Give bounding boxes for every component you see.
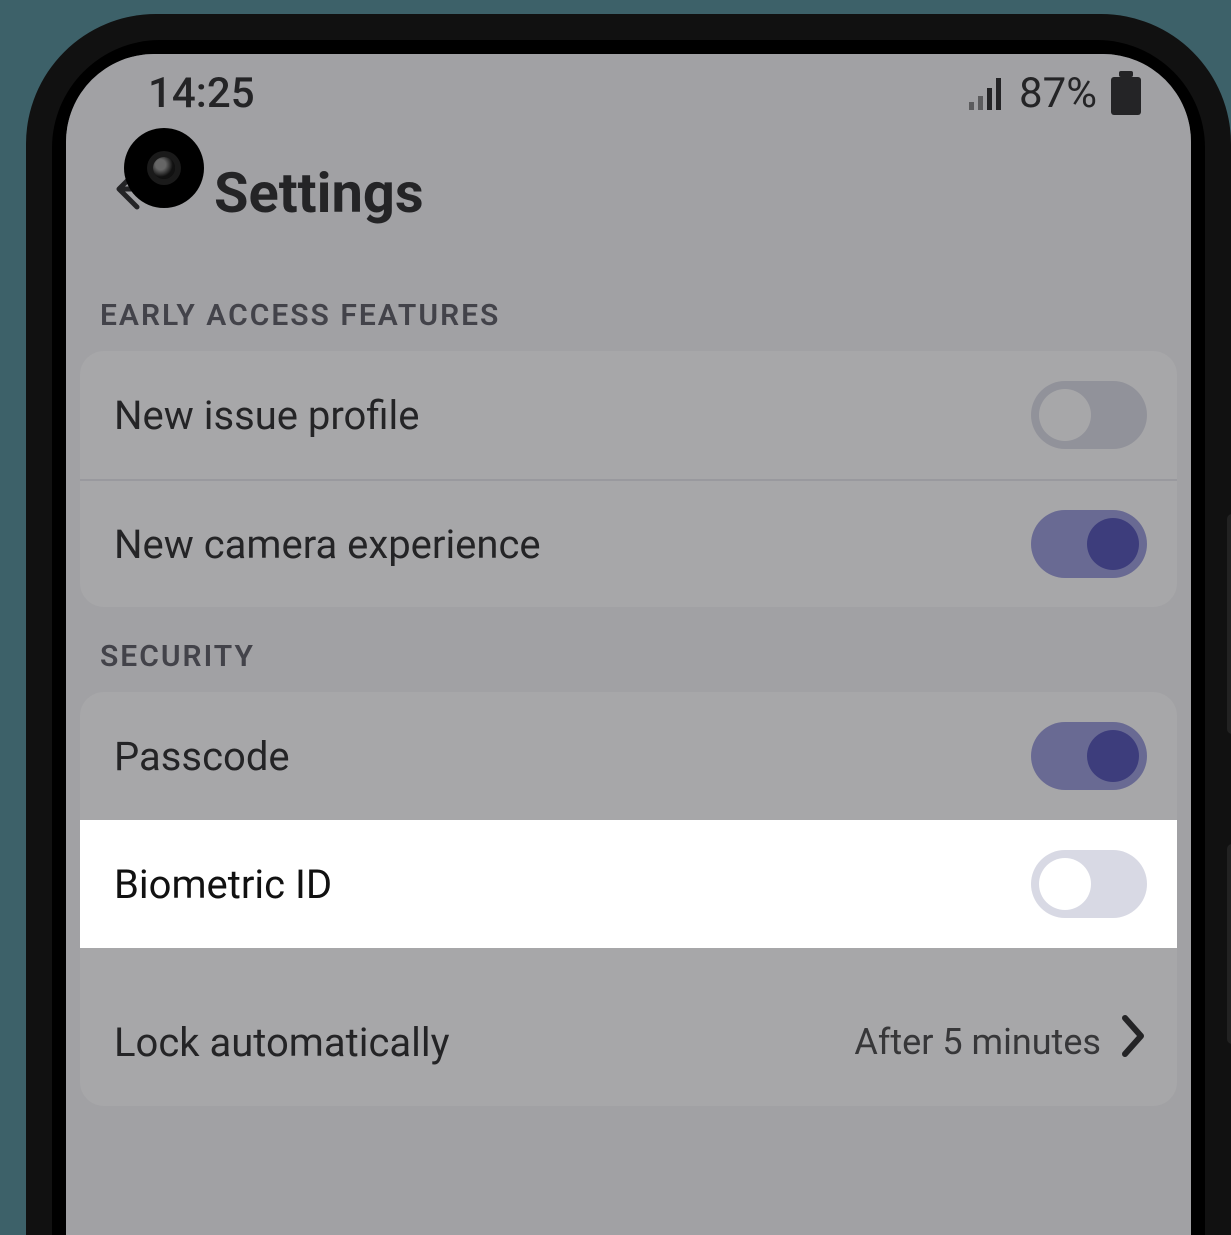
signal-icon (969, 76, 1005, 110)
battery-icon (1111, 71, 1141, 115)
row-lock-automatically[interactable]: Lock automatically After 5 minutes (80, 978, 1177, 1106)
row-new-issue-profile[interactable]: New issue profile (80, 351, 1177, 479)
status-bar: 14:25 87% (66, 54, 1191, 132)
screen: 14:25 87% Settings (66, 54, 1191, 1235)
row-label: Biometric ID (114, 861, 1031, 908)
row-new-camera-experience[interactable]: New camera experience (80, 479, 1177, 607)
toggle-new-issue-profile[interactable] (1031, 381, 1147, 449)
phone-side-button (1227, 844, 1231, 1044)
app-header: Settings (66, 132, 1191, 266)
early-access-card: New issue profile New camera experience (80, 351, 1177, 607)
row-biometric-id[interactable]: Biometric ID (80, 820, 1177, 948)
row-label: Passcode (114, 733, 1031, 780)
security-card: Passcode Biometric ID Lock automatically… (80, 692, 1177, 1106)
status-time: 14:25 (148, 69, 255, 118)
row-label: Lock automatically (114, 1019, 854, 1066)
row-value: After 5 minutes (854, 1021, 1101, 1063)
row-label: New camera experience (114, 521, 1031, 568)
phone-frame: 14:25 87% Settings (26, 14, 1231, 1235)
toggle-new-camera-experience[interactable] (1031, 510, 1147, 578)
toggle-biometric-id[interactable] (1031, 850, 1147, 918)
chevron-right-icon (1119, 1014, 1147, 1070)
section-label-early-access: EARLY ACCESS FEATURES (66, 266, 1191, 351)
row-passcode[interactable]: Passcode (80, 692, 1177, 820)
section-label-security: SECURITY (66, 607, 1191, 692)
punch-hole-camera (124, 128, 204, 208)
battery-percent: 87% (1019, 69, 1097, 118)
phone-side-button (1227, 514, 1231, 734)
page-title: Settings (214, 160, 424, 226)
row-label: New issue profile (114, 392, 1031, 439)
phone-bezel: 14:25 87% Settings (52, 40, 1205, 1235)
toggle-passcode[interactable] (1031, 722, 1147, 790)
